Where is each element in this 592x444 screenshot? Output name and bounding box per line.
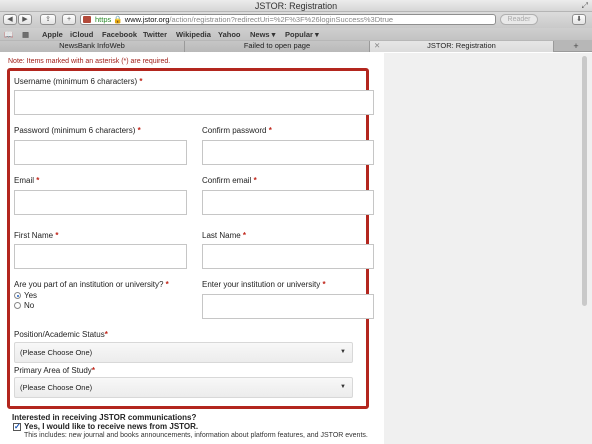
study-select[interactable]: (Please Choose One) ▼ [14, 377, 353, 398]
chevron-down-icon: ▼ [340, 384, 346, 390]
required-note: Note: Items marked with an asterisk (*) … [8, 58, 171, 65]
last-name-label-text: Last Name [202, 231, 241, 240]
institution-yes-label: Yes [24, 291, 38, 300]
bookmark-facebook[interactable]: Facebook [102, 30, 137, 39]
new-tab-button[interactable]: + [564, 41, 588, 52]
first-name-label-text: First Name [14, 231, 54, 240]
username-label: Username (minimum 6 characters) * [14, 77, 143, 86]
bookmark-icloud[interactable]: iCloud [70, 30, 93, 39]
password-input[interactable] [14, 140, 187, 165]
url-scheme: https [95, 15, 112, 24]
tab-label: NewsBank InfoWeb [59, 41, 125, 50]
position-label-text: Position/Academic Status [14, 330, 105, 339]
newsletter-description: This includes: new journal and books ann… [24, 432, 368, 439]
confirm-email-label: Confirm email * [202, 176, 257, 185]
institution-name-label: Enter your institution or university * [202, 280, 326, 289]
institution-name-input[interactable] [202, 294, 374, 319]
required-asterisk: * [139, 77, 143, 86]
vertical-scrollbar[interactable] [582, 56, 587, 306]
window-titlebar: JSTOR: Registration ⤢ [0, 0, 592, 12]
tab-label: Failed to open page [243, 41, 311, 50]
tab-label: JSTOR: Registration [427, 41, 496, 50]
address-bar[interactable]: https 🔒 www.jstor.org/action/registratio… [80, 14, 496, 25]
password-label-text: Password (minimum 6 characters) [14, 126, 136, 135]
required-asterisk: * [55, 231, 59, 240]
bookmark-popular[interactable]: Popular ▾ [285, 30, 319, 39]
downloads-button[interactable]: ⬇ [572, 14, 586, 25]
back-button[interactable]: ◀ [3, 14, 17, 25]
study-label-text: Primary Area of Study [14, 366, 92, 375]
last-name-label: Last Name * [202, 231, 246, 240]
tab-newsbank[interactable]: NewsBank InfoWeb [0, 41, 185, 52]
email-label: Email * [14, 176, 39, 185]
password-label: Password (minimum 6 characters) * [14, 126, 141, 135]
share-button[interactable]: ⇪ [40, 14, 56, 25]
confirm-password-input[interactable] [202, 140, 374, 165]
required-asterisk: * [268, 126, 272, 135]
institution-question-text: Are you part of an institution or univer… [14, 280, 164, 289]
study-select-value: (Please Choose One) [20, 383, 93, 392]
page-gutter [384, 53, 592, 444]
reader-button[interactable]: Reader [500, 14, 538, 25]
required-asterisk: * [253, 176, 257, 185]
site-favicon-icon [83, 16, 91, 23]
bookmark-twitter[interactable]: Twitter [143, 30, 167, 39]
add-bookmark-button[interactable]: + [62, 14, 76, 25]
first-name-input[interactable] [14, 244, 187, 269]
tab-failed-page[interactable]: Failed to open page [185, 41, 370, 52]
first-name-label: First Name * [14, 231, 58, 240]
email-label-text: Email [14, 176, 35, 185]
communications-heading: Interested in receiving JSTOR communicat… [12, 413, 197, 422]
required-asterisk: * [137, 126, 141, 135]
institution-no-radio[interactable] [14, 302, 21, 309]
institution-no-label: No [24, 301, 35, 310]
institution-yes-radio[interactable] [14, 292, 21, 299]
chevron-down-icon: ▼ [340, 349, 346, 355]
top-sites-icon[interactable]: ▦ [22, 30, 29, 39]
required-asterisk: * [165, 280, 169, 289]
study-label: Primary Area of Study* [14, 366, 95, 375]
bookmark-apple[interactable]: Apple [42, 30, 63, 39]
email-input[interactable] [14, 190, 187, 215]
required-asterisk: * [242, 231, 247, 240]
username-input[interactable] [14, 90, 374, 115]
tab-bar: NewsBank InfoWeb Failed to open page ✕ J… [0, 40, 592, 52]
reading-list-icon[interactable]: 📖 [4, 30, 13, 39]
position-label: Position/Academic Status* [14, 330, 108, 339]
lock-icon: 🔒 [113, 15, 125, 24]
username-label-text: Username (minimum 6 characters) [14, 77, 138, 86]
required-asterisk: * [91, 366, 95, 375]
bookmark-wikipedia[interactable]: Wikipedia [176, 30, 211, 39]
position-select[interactable]: (Please Choose One) ▼ [14, 342, 353, 363]
fullscreen-icon[interactable]: ⤢ [582, 1, 588, 11]
confirm-password-label-text: Confirm password [202, 126, 267, 135]
institution-name-label-text: Enter your institution or university [202, 280, 321, 289]
newsletter-optin-label: Yes, I would like to receive news from J… [24, 422, 199, 431]
url-host: www.jstor.org [124, 15, 170, 24]
bookmark-news[interactable]: News ▾ [250, 30, 275, 39]
confirm-password-label: Confirm password * [202, 126, 272, 135]
tab-jstor-registration[interactable]: ✕ JSTOR: Registration [370, 41, 554, 52]
institution-question: Are you part of an institution or univer… [14, 280, 169, 289]
position-select-value: (Please Choose One) [20, 348, 93, 357]
last-name-input[interactable] [202, 244, 374, 269]
bookmarks-bar: 📖 ▦ Apple iCloud Facebook Twitter Wikipe… [0, 28, 592, 40]
required-asterisk: * [104, 330, 108, 339]
required-asterisk: * [36, 176, 40, 185]
browser-toolbar: ◀ ▶ ⇪ + https 🔒 www.jstor.org/action/reg… [0, 12, 592, 28]
required-asterisk: * [322, 280, 326, 289]
bookmark-yahoo[interactable]: Yahoo [218, 30, 241, 39]
newsletter-checkbox[interactable]: ✓ [13, 423, 21, 431]
close-tab-icon[interactable]: ✕ [374, 41, 380, 51]
window-title: JSTOR: Registration [254, 1, 338, 11]
confirm-email-label-text: Confirm email [202, 176, 252, 185]
forward-button[interactable]: ▶ [18, 14, 32, 25]
url-path: /action/registration?redirectUri=%2F%3F%… [169, 15, 394, 24]
confirm-email-input[interactable] [202, 190, 374, 215]
